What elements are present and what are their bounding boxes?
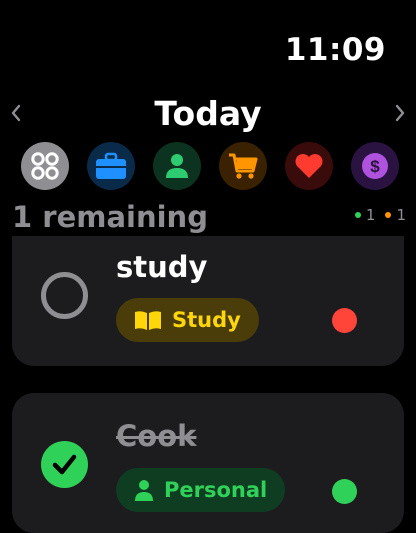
svg-text:$: $: [370, 157, 380, 176]
task-card[interactable]: study Study: [12, 236, 404, 366]
task-checkbox[interactable]: [41, 272, 88, 319]
next-day-button[interactable]: [394, 103, 406, 129]
category-finance-button[interactable]: $: [351, 142, 399, 190]
checkmark-icon: [52, 454, 77, 475]
task-tag: Study: [116, 298, 259, 342]
book-icon: [135, 311, 161, 330]
task-checkbox-checked[interactable]: [41, 441, 88, 488]
dollar-icon: $: [362, 153, 388, 179]
category-filter-bar: $: [21, 142, 399, 190]
task-tag: Personal: [116, 468, 286, 512]
task-tag-label: Personal: [164, 478, 268, 502]
category-health-button[interactable]: [285, 142, 333, 190]
heart-icon: [295, 154, 323, 178]
cart-icon: [229, 153, 258, 179]
pending-dot: [385, 212, 392, 218]
completed-dot: [354, 212, 361, 218]
status-counts: 1 1: [354, 206, 406, 224]
grid-icon: [31, 152, 59, 180]
priority-dot: [332, 308, 357, 333]
task-title-completed: Cook: [116, 419, 197, 453]
task-title: study: [116, 250, 208, 284]
task-card[interactable]: Cook Personal: [12, 393, 404, 533]
person-icon: [166, 154, 188, 178]
category-personal-button[interactable]: [153, 142, 201, 190]
remaining-count: 1 remaining: [12, 200, 208, 234]
priority-dot: [332, 479, 357, 504]
category-work-button[interactable]: [87, 142, 135, 190]
pending-count: 1: [385, 206, 406, 224]
category-all-button[interactable]: [21, 142, 69, 190]
completed-count: 1: [354, 206, 375, 224]
person-icon: [135, 480, 153, 501]
page-title: Today: [154, 94, 262, 133]
status-time: 11:09: [284, 32, 386, 68]
chevron-right-icon: [395, 104, 405, 122]
briefcase-icon: [96, 152, 126, 179]
task-tag-label: Study: [172, 308, 241, 332]
category-shopping-button[interactable]: [219, 142, 267, 190]
